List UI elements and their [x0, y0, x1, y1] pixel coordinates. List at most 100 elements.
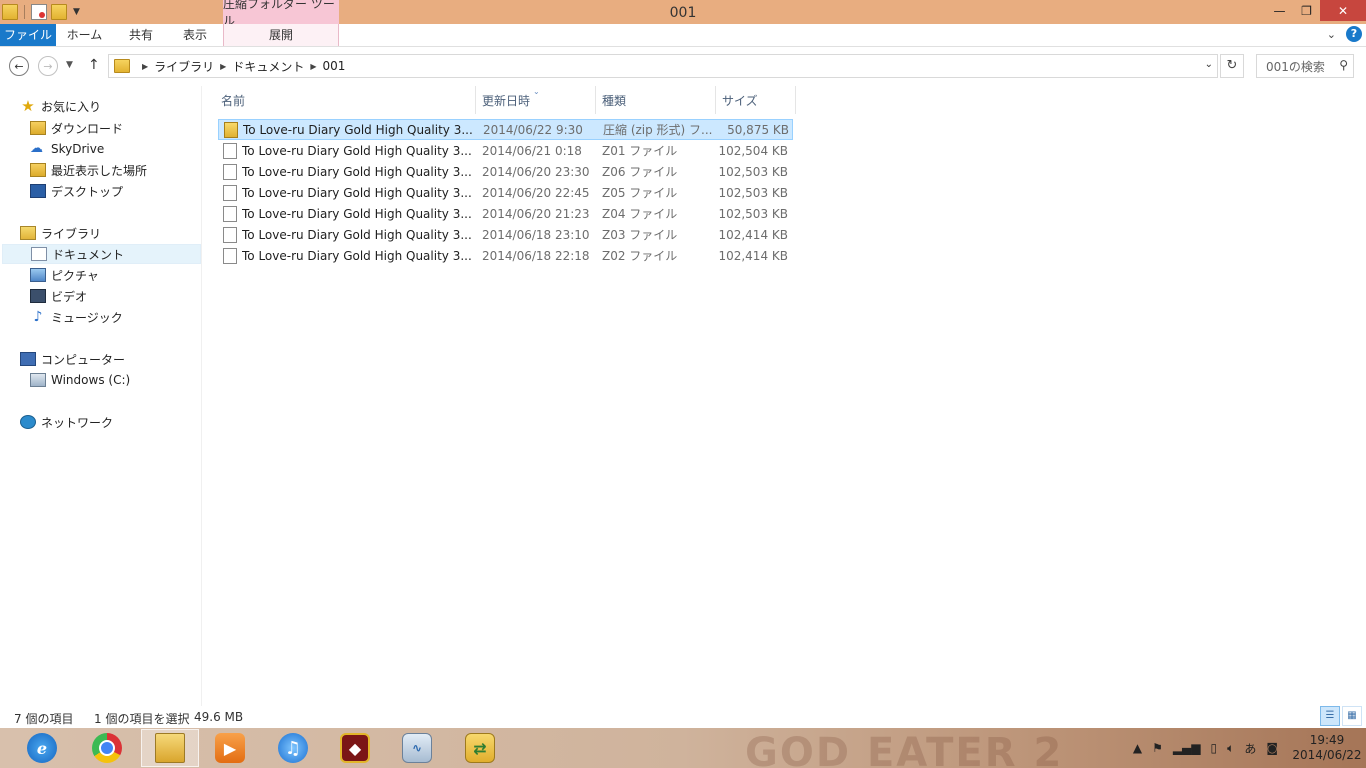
- nav-network[interactable]: ネットワーク: [20, 412, 113, 432]
- system-tray: ▲ ⚑ ▂▄▆ ▯ 🔈︎ あ ◙ 19:49 2014/06/22: [1133, 728, 1366, 768]
- sort-descending-icon: ⌄: [533, 87, 540, 96]
- taskbar-chrome[interactable]: [78, 729, 136, 767]
- file-row[interactable]: To Love-ru Diary Gold High Quality 3... …: [218, 203, 793, 224]
- nav-favorites[interactable]: ★ お気に入り: [20, 96, 101, 116]
- nav-label: ドキュメント: [52, 247, 125, 262]
- large-icons-view-icon[interactable]: ▦: [1342, 706, 1362, 726]
- network-signal-icon[interactable]: ▂▄▆: [1173, 741, 1201, 755]
- file-row[interactable]: To Love-ru Diary Gold High Quality 3... …: [218, 161, 793, 182]
- nav-label: 最近表示した場所: [51, 163, 148, 178]
- nav-item-recent-places[interactable]: 最近表示した場所: [30, 160, 147, 180]
- search-icon[interactable]: ⚲: [1339, 58, 1348, 72]
- taskbar-file-explorer[interactable]: [141, 729, 199, 767]
- cloud-icon: ☁: [30, 141, 43, 156]
- new-folder-icon[interactable]: [51, 4, 67, 20]
- forward-button[interactable]: →: [38, 56, 58, 76]
- file-row[interactable]: To Love-ru Diary Gold High Quality 3... …: [218, 245, 793, 266]
- file-date: 2014/06/20 22:45: [482, 185, 590, 200]
- column-header-name[interactable]: 名前: [215, 86, 476, 114]
- file-type: 圧縮 (zip 形式) フ...: [603, 123, 713, 137]
- taskbar-folder-sync[interactable]: ⇄: [451, 729, 509, 767]
- tab-share[interactable]: 共有: [113, 24, 169, 46]
- nav-item-drive-c[interactable]: Windows (C:): [30, 370, 130, 390]
- documents-icon: [31, 247, 47, 261]
- network-icon: [20, 415, 36, 429]
- customize-qat-chevron-down-icon[interactable]: ▼: [73, 7, 80, 17]
- tab-home[interactable]: ホーム: [56, 24, 113, 46]
- desktop-icon: [30, 184, 46, 198]
- file-name: To Love-ru Diary Gold High Quality 3...: [242, 185, 472, 200]
- nav-label: ダウンロード: [51, 121, 124, 136]
- tab-extract[interactable]: 展開: [223, 24, 339, 46]
- file-row[interactable]: To Love-ru Diary Gold High Quality 3... …: [218, 224, 793, 245]
- breadcrumb-item-current[interactable]: 001: [323, 59, 346, 73]
- breadcrumb-item-libraries[interactable]: ライブラリ: [154, 58, 214, 75]
- nav-item-music[interactable]: ♪ ミュージック: [30, 307, 123, 327]
- file-size: 102,414 KB: [718, 227, 788, 242]
- action-center-flag-icon[interactable]: ⚑: [1152, 741, 1163, 755]
- nav-libraries[interactable]: ライブラリ: [20, 223, 101, 243]
- file-row[interactable]: To Love-ru Diary Gold High Quality 3... …: [218, 182, 793, 203]
- minimize-button[interactable]: —: [1266, 0, 1293, 21]
- help-icon[interactable]: ?: [1346, 26, 1362, 42]
- properties-icon[interactable]: [31, 4, 47, 20]
- nav-item-documents[interactable]: ドキュメント: [2, 244, 201, 264]
- nav-item-skydrive[interactable]: ☁ SkyDrive: [30, 139, 104, 159]
- ime-pad-icon[interactable]: ◙: [1266, 741, 1278, 755]
- blank-file-icon: [223, 184, 237, 201]
- breadcrumb-separator-icon[interactable]: ▶: [220, 62, 226, 71]
- expand-ribbon-chevron-icon[interactable]: ⌄: [1327, 28, 1336, 41]
- window-title: 001: [669, 5, 697, 21]
- refresh-button[interactable]: ↻: [1220, 54, 1244, 78]
- file-name: To Love-ru Diary Gold High Quality 3...: [242, 206, 472, 221]
- clock[interactable]: 19:49 2014/06/22: [1288, 733, 1366, 763]
- internet-explorer-icon: e: [27, 733, 57, 763]
- power-icon[interactable]: ▯: [1211, 741, 1218, 755]
- address-history-chevron-down-icon[interactable]: ⌄: [1205, 59, 1213, 70]
- ribbon-right-controls: ⌄ ?: [1327, 26, 1362, 42]
- nav-item-videos[interactable]: ビデオ: [30, 286, 87, 306]
- recent-locations-chevron-down-icon[interactable]: ▼: [66, 60, 73, 70]
- file-list: 名前 更新日時 ⌄ 種類 サイズ To Love-ru Diary Gold H…: [203, 86, 1366, 706]
- star-icon: ★: [21, 97, 35, 115]
- taskbar-internet-explorer[interactable]: e: [13, 729, 71, 767]
- recent-places-icon: [30, 163, 46, 177]
- itunes-icon: ♫: [278, 733, 308, 763]
- breadcrumb-separator-icon[interactable]: ▶: [310, 62, 316, 71]
- ribbon-tabs: ファイル ホーム 共有 表示 展開 ⌄ ?: [0, 24, 1366, 47]
- folder-icon[interactable]: [2, 4, 18, 20]
- column-header-size[interactable]: サイズ: [716, 86, 796, 114]
- chrome-icon: [92, 733, 122, 763]
- search-input[interactable]: 001の検索 ⚲: [1256, 54, 1354, 78]
- back-button[interactable]: ←: [9, 56, 29, 76]
- close-button[interactable]: ✕: [1320, 0, 1366, 21]
- file-date: 2014/06/20 21:23: [482, 206, 590, 221]
- breadcrumb-separator-icon[interactable]: ▶: [142, 62, 148, 71]
- maximize-button[interactable]: ❐: [1293, 0, 1320, 21]
- nav-computer[interactable]: コンピューター: [20, 349, 125, 369]
- tab-view[interactable]: 表示: [169, 24, 221, 46]
- drive-icon: [30, 373, 46, 387]
- file-row[interactable]: To Love-ru Diary Gold High Quality 3... …: [218, 140, 793, 161]
- volume-icon[interactable]: 🔈︎: [1227, 741, 1234, 756]
- column-header-type[interactable]: 種類: [596, 86, 716, 114]
- taskbar-itunes[interactable]: ♫: [264, 729, 322, 767]
- nav-item-desktop[interactable]: デスクトップ: [30, 181, 123, 201]
- ime-mode-label[interactable]: あ: [1244, 740, 1256, 757]
- nav-item-pictures[interactable]: ピクチャ: [30, 265, 99, 285]
- up-button[interactable]: ↑: [88, 57, 100, 73]
- blank-file-icon: [223, 142, 237, 159]
- media-player-icon: ▶: [215, 733, 245, 763]
- nav-item-downloads[interactable]: ダウンロード: [30, 118, 123, 138]
- taskbar-resource-monitor[interactable]: ∿: [388, 729, 446, 767]
- taskbar-media-player[interactable]: ▶: [201, 729, 259, 767]
- breadcrumb-item-documents[interactable]: ドキュメント: [232, 58, 304, 75]
- details-view-icon[interactable]: ☰: [1320, 706, 1340, 726]
- show-hidden-icons-chevron-up-icon[interactable]: ▲: [1133, 741, 1142, 755]
- nav-label: デスクトップ: [51, 184, 124, 199]
- file-row[interactable]: To Love-ru Diary Gold High Quality 3... …: [218, 119, 793, 140]
- blank-file-icon: [223, 247, 237, 264]
- taskbar-game[interactable]: ◆: [326, 729, 384, 767]
- tab-file[interactable]: ファイル: [0, 24, 56, 46]
- address-bar[interactable]: ▶ ライブラリ ▶ ドキュメント ▶ 001 ⌄: [108, 54, 1218, 78]
